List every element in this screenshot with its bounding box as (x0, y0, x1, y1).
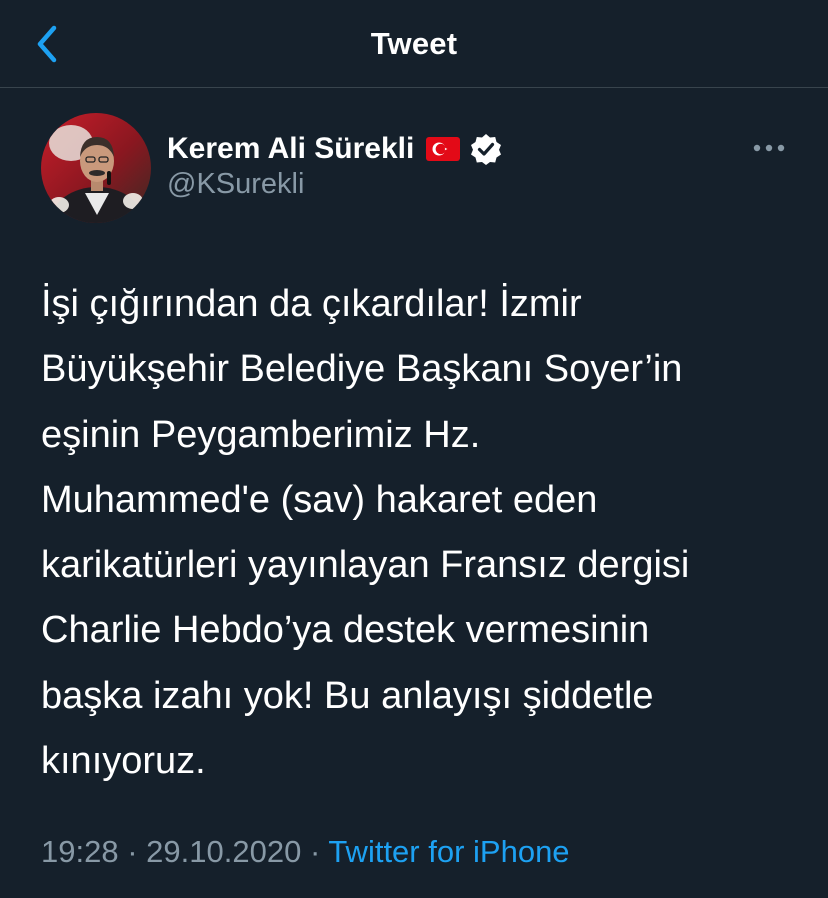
tweet-text-line: Büyükşehir Belediye Başkanı Soyer’in (41, 348, 683, 391)
meta-separator: · (309, 834, 321, 869)
tweet-text-line: Charlie Hebdo’ya destek vermesinin (41, 609, 650, 652)
verified-badge-icon (470, 133, 502, 165)
tweet-text-line: karikatürleri yayınlayan Fransız dergisi (41, 544, 690, 587)
more-options-button[interactable] (752, 138, 788, 158)
tweet-text: İşi çığırından da çıkardılar! İzmir Büyü… (41, 272, 801, 794)
tweet-text-line: kınıyoruz. (41, 740, 206, 783)
tweet-text-line: İşi çığırından da çıkardılar! İzmir (41, 283, 582, 325)
tweet-date: 29.10.2020 (146, 834, 302, 869)
top-bar: Tweet (0, 0, 828, 88)
tweet-source-link[interactable]: Twitter for iPhone (328, 834, 569, 869)
tweet-text-line: Muhammed'e (sav) hakaret eden (41, 478, 598, 521)
meta-separator: · (127, 834, 138, 869)
author-name[interactable]: Kerem Ali Sürekli (167, 132, 414, 166)
page-title: Tweet (370, 26, 458, 61)
turkey-flag-icon (426, 137, 461, 161)
author-handle[interactable]: @KSurekli (167, 168, 304, 201)
more-horizontal-icon (753, 144, 785, 152)
avatar-photo (41, 113, 151, 223)
tweet-time: 19:28 (41, 834, 119, 869)
tweet-text-line: eşinin Peygamberimiz Hz. (41, 413, 481, 456)
avatar[interactable] (41, 113, 151, 223)
tweet-text-line: başka izahı yok! Bu anlayışı şiddetle (41, 674, 654, 717)
author-name-row[interactable]: Kerem Ali Sürekli (167, 129, 502, 169)
tweet-meta: 19:28 · 29.10.2020 · Twitter for iPhone (41, 834, 570, 870)
